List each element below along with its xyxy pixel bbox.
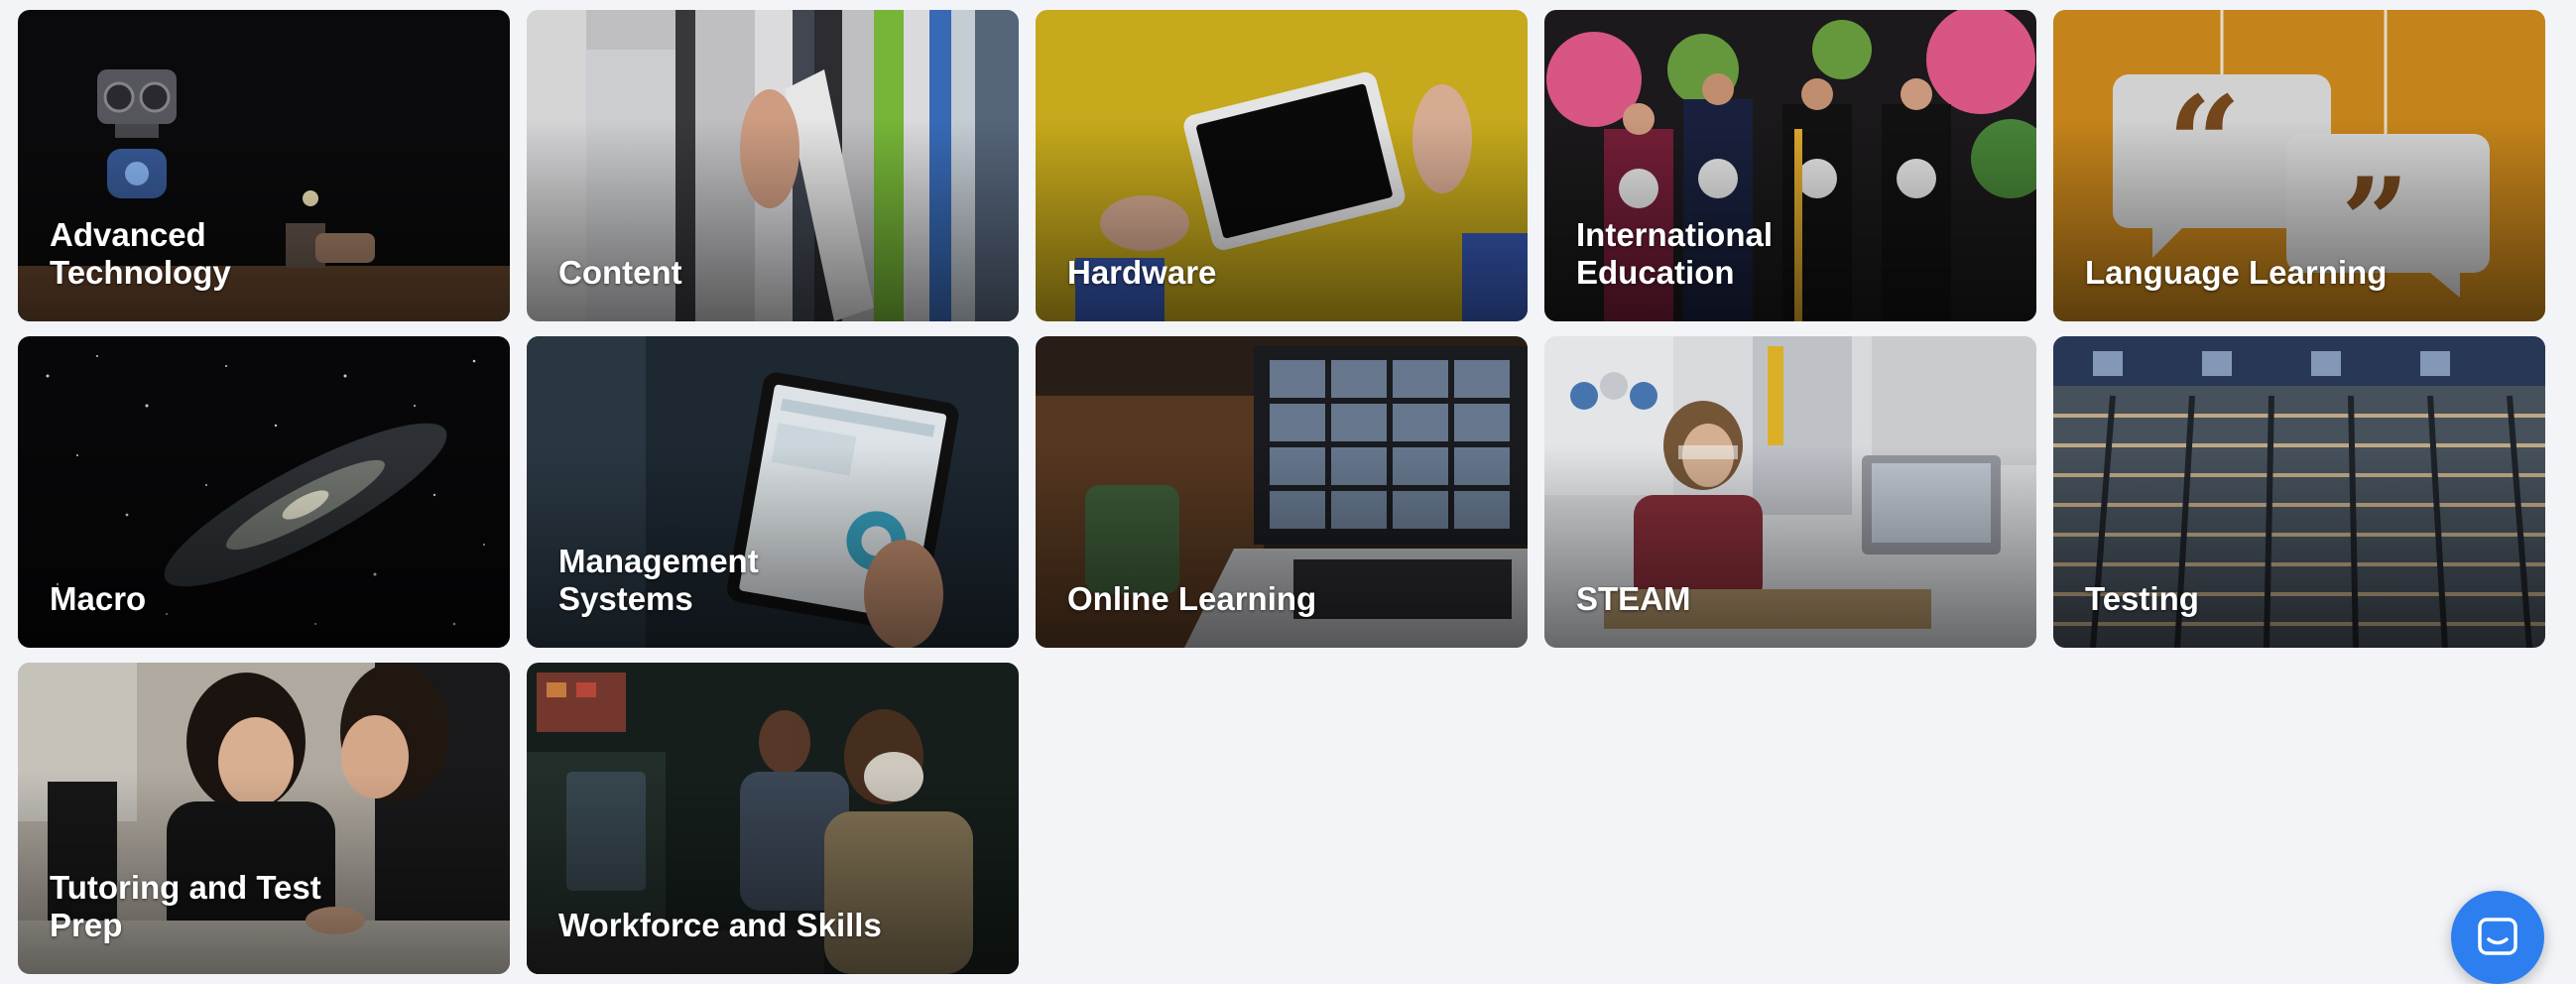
category-card-online-learning[interactable]: Online Learning xyxy=(1036,336,1528,648)
category-card-advanced-technology[interactable]: Advanced Technology xyxy=(18,10,510,321)
chat-launcher-button[interactable] xyxy=(2451,891,2544,984)
category-card-workforce-and-skills[interactable]: Workforce and Skills xyxy=(527,663,1019,974)
category-card-macro[interactable]: Macro xyxy=(18,336,510,648)
category-label: Testing xyxy=(2085,580,2199,617)
category-card-language-learning[interactable]: “ ” Language Learning xyxy=(2053,10,2545,321)
category-card-steam[interactable]: STEAM xyxy=(1544,336,2036,648)
category-label: Management Systems xyxy=(558,543,759,617)
category-label: Language Learning xyxy=(2085,254,2388,291)
category-card-international-education[interactable]: International Education xyxy=(1544,10,2036,321)
category-card-testing[interactable]: Testing xyxy=(2053,336,2545,648)
category-label: Content xyxy=(558,254,682,291)
category-label: Online Learning xyxy=(1067,580,1317,617)
category-label: International Education xyxy=(1576,216,1774,291)
category-label: Tutoring and Test Prep xyxy=(50,869,321,943)
category-card-tutoring-and-test-prep[interactable]: Tutoring and Test Prep xyxy=(18,663,510,974)
category-card-content[interactable]: Content xyxy=(527,10,1019,321)
category-card-hardware[interactable]: Hardware xyxy=(1036,10,1528,321)
category-label: Macro xyxy=(50,580,147,617)
category-label: Advanced Technology xyxy=(50,216,231,291)
category-label: STEAM xyxy=(1576,580,1691,617)
category-label: Hardware xyxy=(1067,254,1217,291)
chat-icon xyxy=(2478,918,2517,955)
category-grid: Advanced Technology Content Hardware Int… xyxy=(18,10,2545,974)
category-card-management-systems[interactable]: Management Systems xyxy=(527,336,1019,648)
category-label: Workforce and Skills xyxy=(558,907,882,943)
